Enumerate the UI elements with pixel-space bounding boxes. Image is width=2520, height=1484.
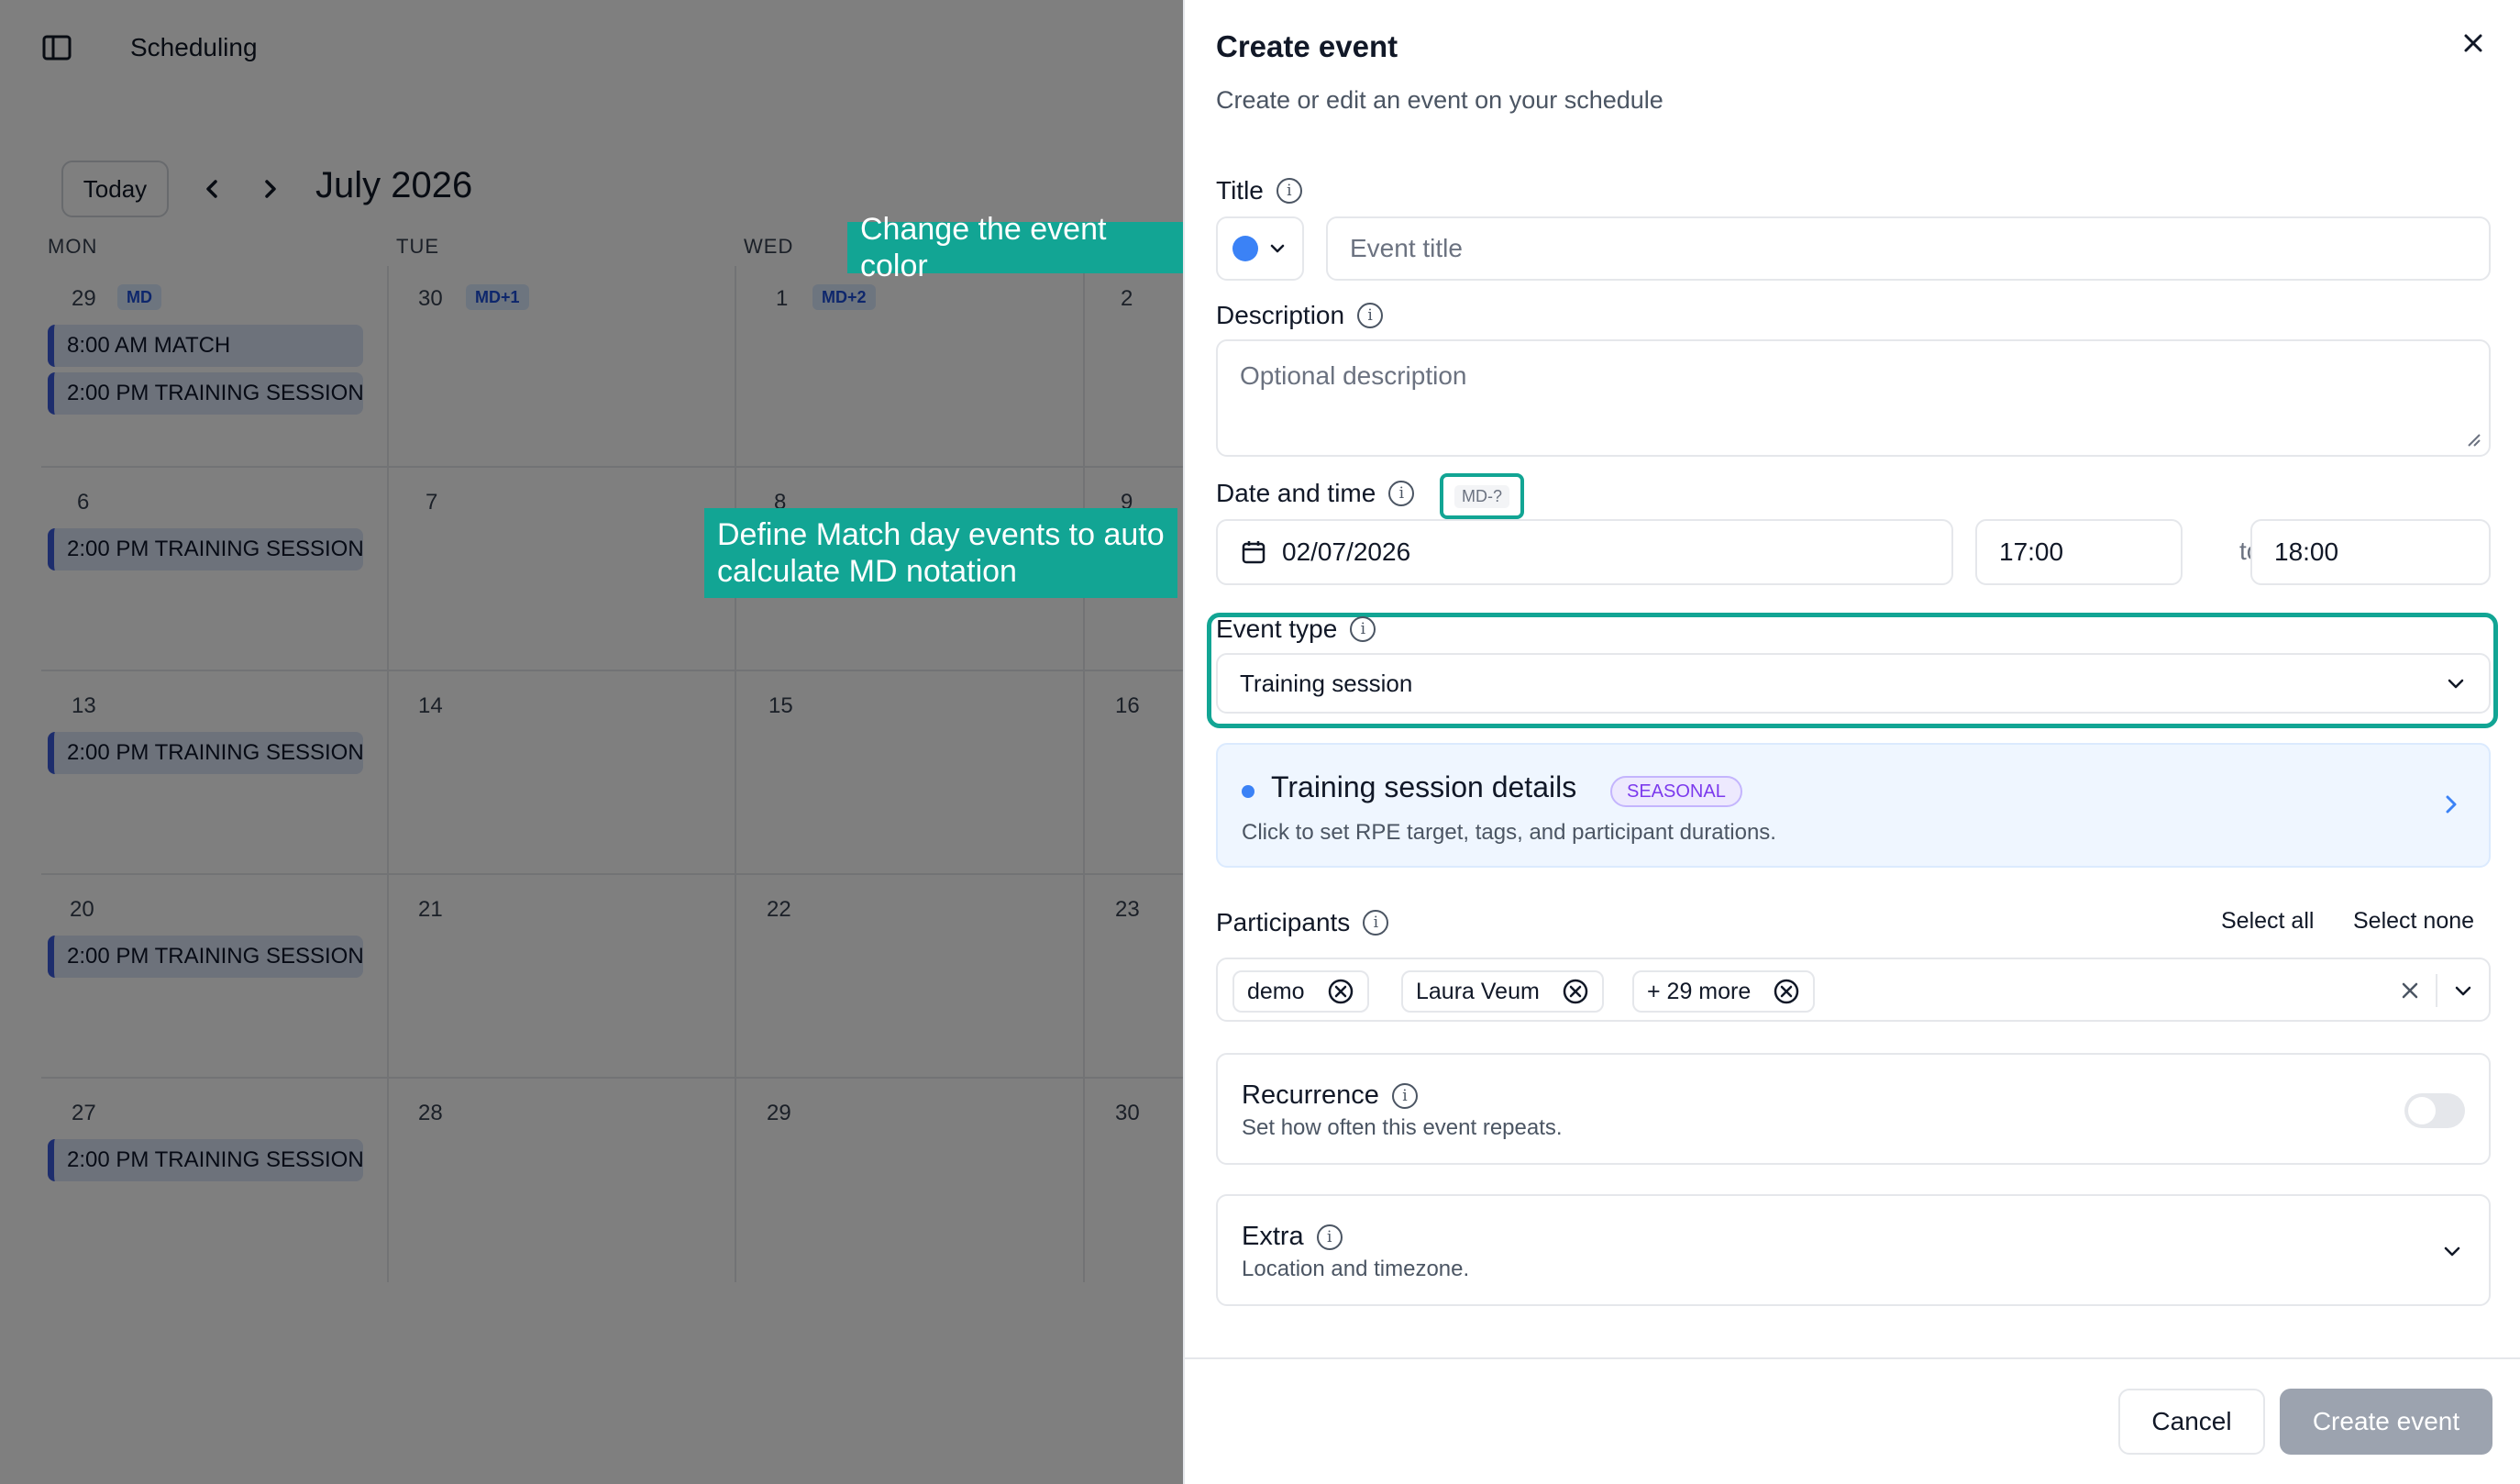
calendar-view: Scheduling Today July 2026 MON TUE WED 2… — [0, 0, 1183, 1484]
select-none-button[interactable]: Select none — [2353, 908, 2474, 935]
recurrence-subtitle: Set how often this event repeats. — [1242, 1115, 1563, 1140]
md-notation-text: MD-? — [1454, 484, 1509, 508]
select-all-button[interactable]: Select all — [2221, 908, 2314, 935]
extra-subtitle: Location and timezone. — [1242, 1257, 1470, 1281]
chevron-right-icon — [2446, 795, 2457, 814]
event-type-label-text: Event type — [1216, 615, 1338, 643]
info-icon[interactable]: i — [1391, 1082, 1418, 1109]
participant-chip: + 29 more — [1632, 970, 1816, 1013]
recurrence-title: Recurrence i — [1242, 1080, 1418, 1111]
color-swatch — [1232, 236, 1258, 261]
info-icon[interactable]: i — [1276, 178, 1302, 204]
participants-label-text: Participants — [1216, 908, 1351, 936]
event-type-select[interactable]: Training session — [1216, 653, 2491, 714]
panel-title: Create event — [1216, 29, 1398, 63]
event-type-value: Training session — [1240, 669, 1413, 697]
details-title: Training session details — [1271, 770, 1577, 803]
description-label-text: Description — [1216, 301, 1345, 329]
chevron-down-icon[interactable] — [2450, 978, 2476, 1003]
recurrence-toggle[interactable] — [2404, 1093, 2465, 1128]
callout-event-color: Change the event color — [847, 212, 1183, 283]
date-value: 02/07/2026 — [1282, 537, 1411, 566]
datetime-label: Date and time i — [1216, 479, 1415, 508]
callout-text: Change the event color — [860, 212, 1107, 283]
description-textarea[interactable]: Optional description — [1216, 339, 2491, 457]
info-icon[interactable]: i — [1316, 1224, 1343, 1250]
remove-circle-icon[interactable] — [1327, 978, 1354, 1005]
participant-chip: demo — [1232, 970, 1369, 1013]
date-picker[interactable]: 02/07/2026 — [1216, 519, 1953, 585]
chip-label: + 29 more — [1647, 978, 1752, 1004]
end-time-input[interactable]: 18:00 — [2250, 519, 2491, 585]
event-title-input[interactable]: Event title — [1326, 216, 2491, 281]
cancel-button[interactable]: Cancel — [2118, 1389, 2265, 1455]
training-details-card[interactable]: Training session details SEASONAL Click … — [1216, 743, 2491, 868]
footer-divider — [1185, 1357, 2520, 1359]
callout-text: Define Match day events to auto — [717, 517, 1165, 552]
info-icon[interactable]: i — [1363, 910, 1389, 936]
start-time-value: 17:00 — [1999, 537, 2064, 566]
resize-handle-icon[interactable] — [2465, 431, 2481, 448]
description-placeholder: Optional description — [1240, 361, 1467, 390]
description-label: Description i — [1216, 301, 1384, 330]
chip-label: Laura Veum — [1416, 978, 1540, 1004]
create-event-panel: Create event Create or edit an event on … — [1183, 0, 2520, 1484]
status-dot — [1242, 785, 1254, 798]
title-label-text: Title — [1216, 176, 1264, 205]
participants-label: Participants i — [1216, 908, 1389, 937]
start-time-input[interactable]: 17:00 — [1975, 519, 2183, 585]
clear-icon[interactable] — [2397, 978, 2423, 1003]
callout-text: calculate MD notation — [717, 554, 1017, 589]
seasonal-badge: SEASONAL — [1610, 776, 1742, 807]
title-label: Title i — [1216, 176, 1302, 205]
event-title-placeholder: Event title — [1350, 234, 1463, 262]
divider — [2436, 974, 2437, 1007]
details-subtitle: Click to set RPE target, tags, and parti… — [1242, 820, 1776, 845]
info-icon[interactable]: i — [1357, 303, 1384, 328]
extra-card[interactable]: Extra i Location and timezone. — [1216, 1194, 2491, 1306]
close-icon[interactable] — [2458, 28, 2489, 59]
datetime-label-text: Date and time — [1216, 479, 1376, 507]
participants-multiselect[interactable]: demo Laura Veum + 29 more — [1216, 958, 2491, 1022]
event-type-label: Event type i — [1216, 615, 1376, 644]
end-time-value: 18:00 — [2274, 537, 2339, 566]
app-root: Scheduling Today July 2026 MON TUE WED 2… — [0, 0, 2520, 1484]
remove-circle-icon[interactable] — [1773, 978, 1800, 1005]
recurrence-card: Recurrence i Set how often this event re… — [1216, 1053, 2491, 1165]
chevron-down-icon — [2444, 1246, 2460, 1257]
extra-title-text: Extra — [1242, 1222, 1304, 1251]
chevron-down-icon — [2448, 679, 2464, 689]
recurrence-title-text: Recurrence — [1242, 1080, 1379, 1110]
info-icon[interactable]: i — [1388, 481, 1415, 506]
md-notation-badge: MD-? — [1440, 473, 1524, 519]
remove-circle-icon[interactable] — [1562, 978, 1589, 1005]
chevron-down-icon — [1270, 244, 1285, 253]
panel-subtitle: Create or edit an event on your schedule — [1216, 86, 1663, 114]
calendar-icon — [1242, 541, 1266, 564]
callout-md-notation: Define Match day events to auto calculat… — [704, 508, 1177, 598]
event-color-picker[interactable] — [1216, 216, 1304, 281]
info-icon[interactable]: i — [1350, 616, 1376, 642]
create-event-button[interactable]: Create event — [2280, 1389, 2492, 1455]
chip-label: demo — [1247, 978, 1305, 1004]
extra-title: Extra i — [1242, 1222, 1343, 1252]
participant-chip: Laura Veum — [1401, 970, 1604, 1013]
